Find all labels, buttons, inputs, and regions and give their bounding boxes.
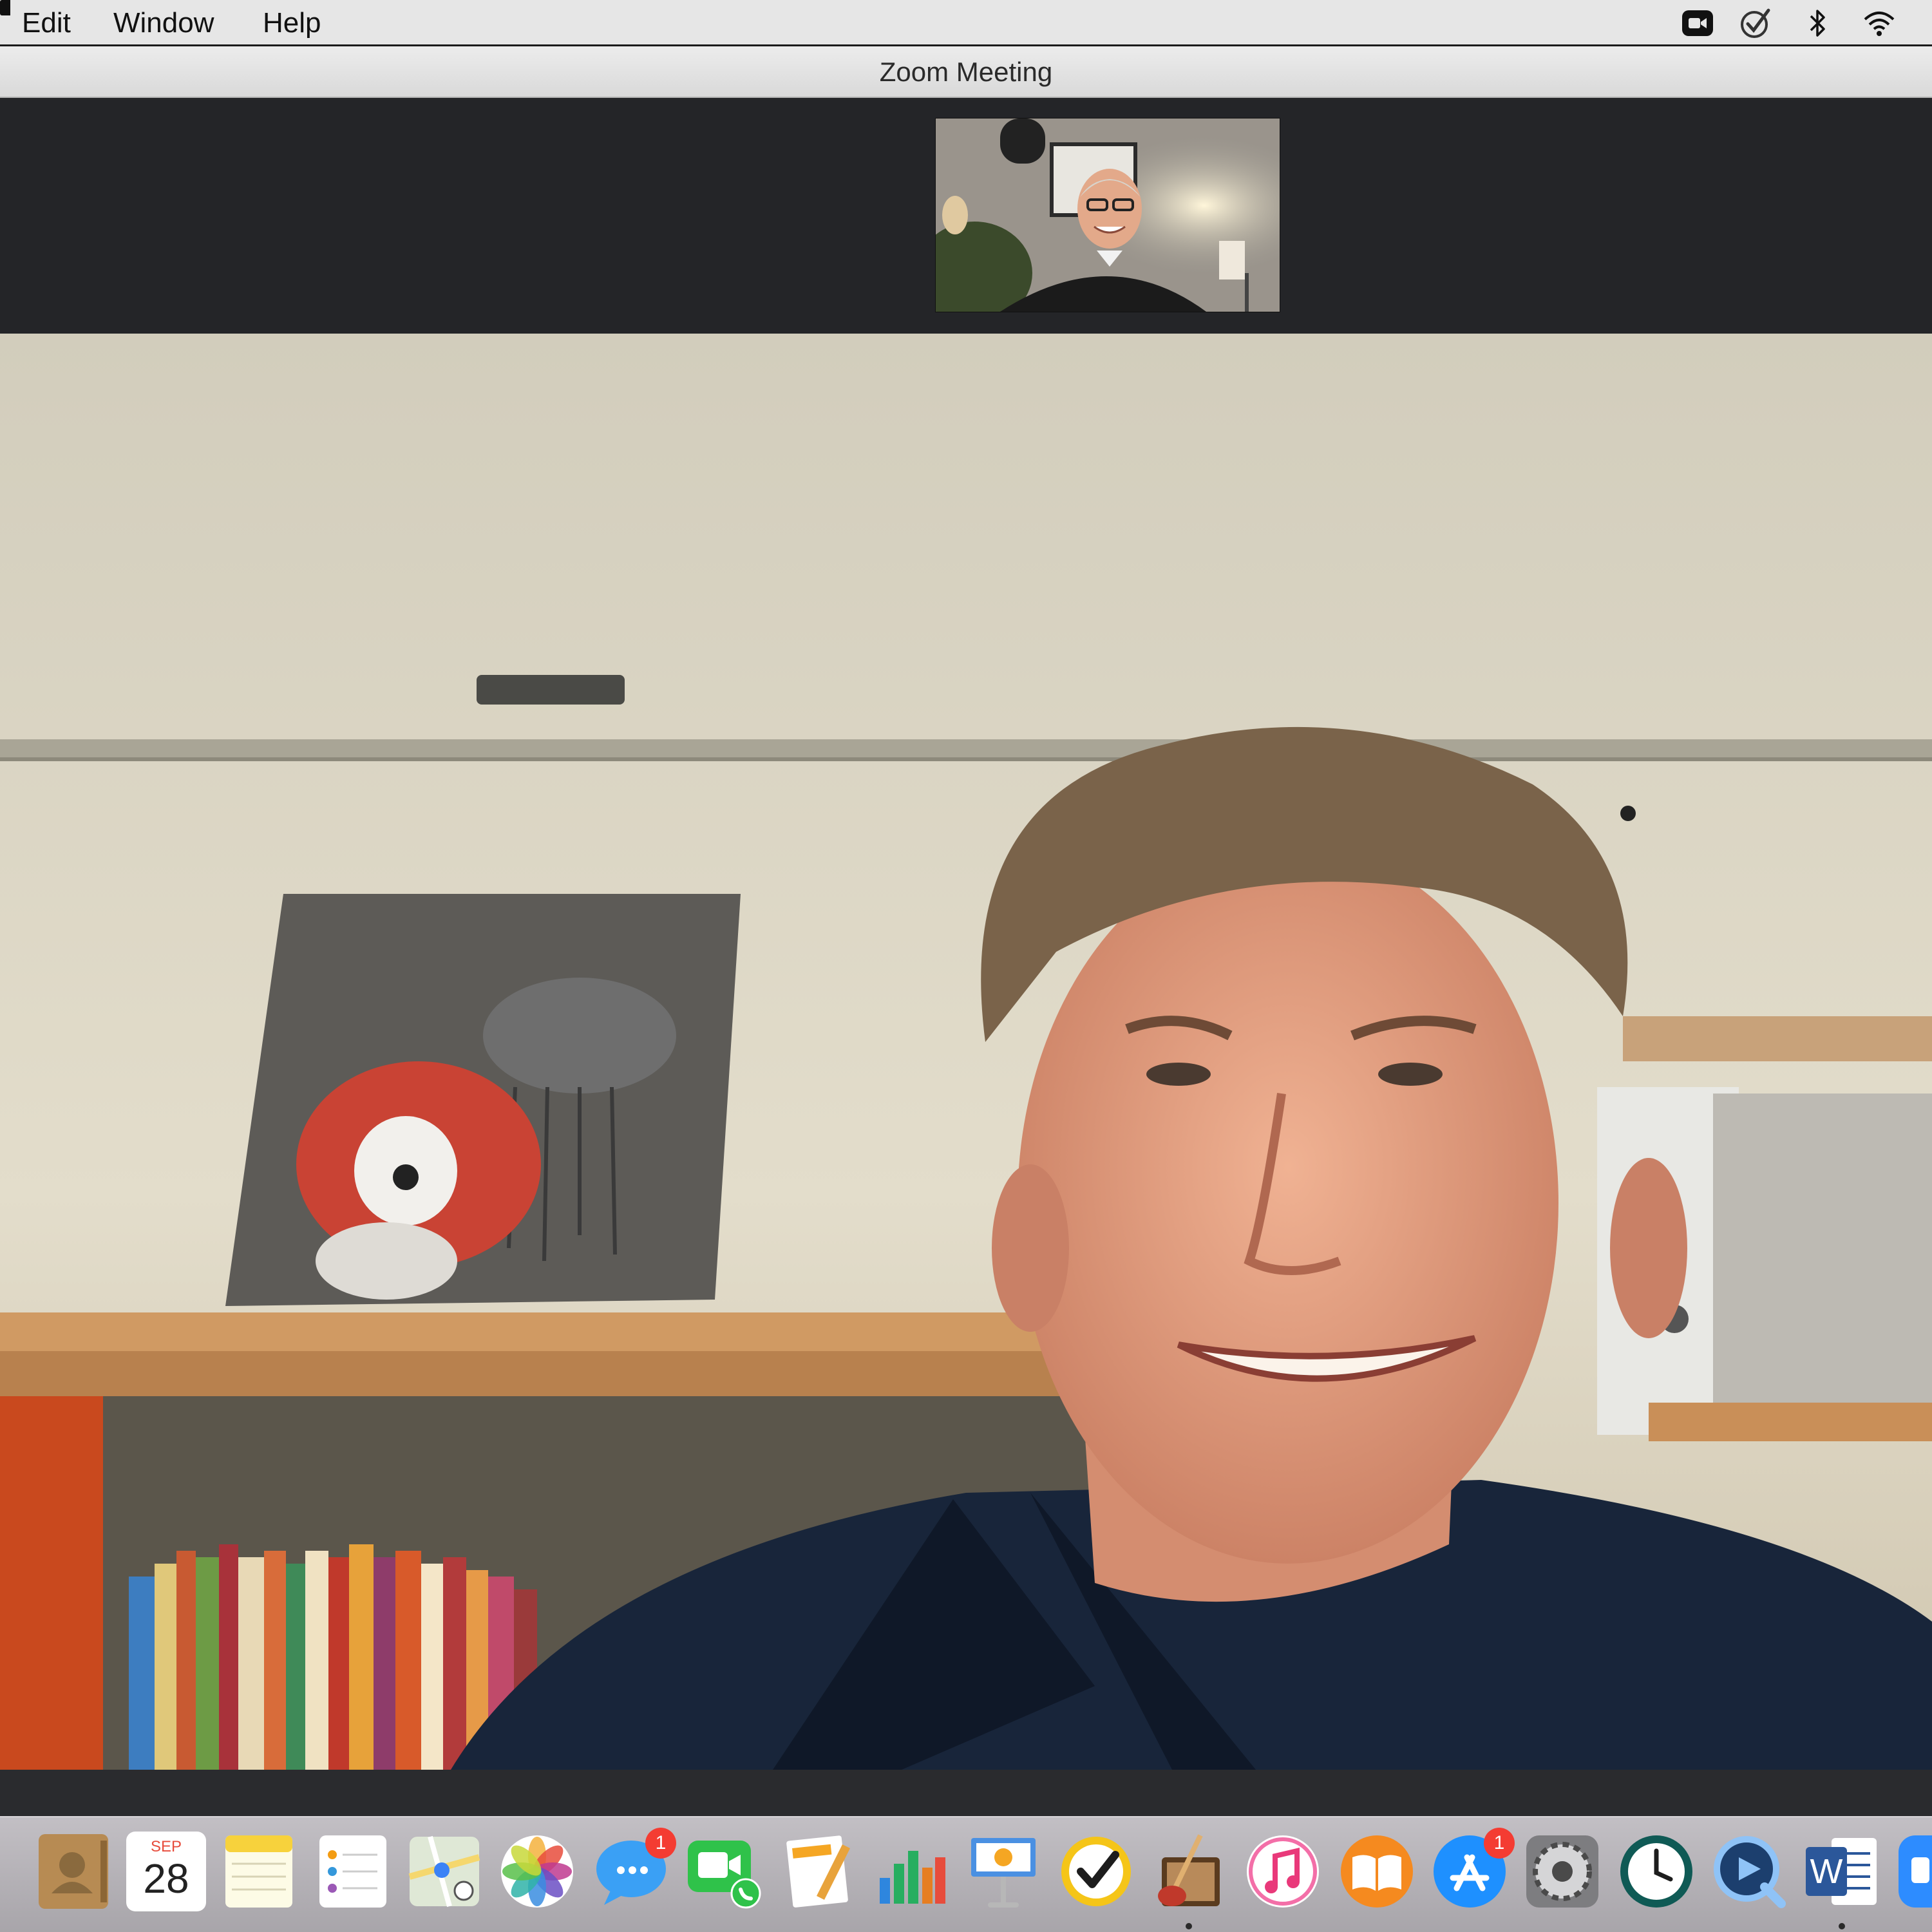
garageband-running-indicator bbox=[1186, 1923, 1192, 1929]
zoom-icon[interactable] bbox=[1895, 1832, 1932, 1911]
menu-window[interactable]: Window bbox=[113, 0, 214, 46]
window-title: Zoom Meeting bbox=[879, 57, 1053, 87]
zoom-status-icon[interactable] bbox=[1681, 6, 1714, 40]
photos-icon[interactable] bbox=[497, 1832, 577, 1911]
messages-badge: 1 bbox=[645, 1828, 676, 1859]
calendar-month: SEP bbox=[150, 1838, 182, 1855]
word-letter: W bbox=[1810, 1852, 1843, 1891]
keynote-icon[interactable] bbox=[963, 1832, 1043, 1911]
wifi-icon[interactable] bbox=[1862, 6, 1896, 40]
app-store-badge: 1 bbox=[1484, 1828, 1515, 1859]
messages-icon[interactable]: 1 bbox=[591, 1828, 676, 1911]
pages-icon[interactable] bbox=[778, 1832, 858, 1911]
quicktime-icon[interactable] bbox=[1709, 1832, 1789, 1911]
notes-icon[interactable] bbox=[219, 1832, 299, 1911]
word-running-indicator bbox=[1839, 1923, 1845, 1929]
menu-help[interactable]: Help bbox=[263, 0, 321, 46]
word-icon[interactable]: W bbox=[1802, 1832, 1882, 1911]
battery-icon[interactable] bbox=[0, 0, 10, 15]
system-preferences-icon[interactable] bbox=[1522, 1832, 1602, 1911]
active-speaker-video[interactable] bbox=[0, 334, 1932, 1770]
maps-icon[interactable] bbox=[404, 1832, 484, 1911]
window-title-bar: Zoom Meeting bbox=[0, 46, 1932, 98]
bluetooth-icon[interactable] bbox=[1801, 6, 1834, 40]
menu-edit[interactable]: Edit bbox=[22, 0, 71, 46]
participant-thumbnail-video[interactable] bbox=[935, 118, 1280, 312]
contacts-icon[interactable] bbox=[33, 1832, 113, 1911]
app-store-icon[interactable]: 1 bbox=[1430, 1828, 1515, 1911]
check-status-icon[interactable] bbox=[1739, 6, 1772, 40]
books-icon[interactable] bbox=[1337, 1832, 1417, 1911]
garageband-icon[interactable] bbox=[1149, 1832, 1229, 1911]
music-icon[interactable] bbox=[1243, 1832, 1323, 1911]
calendar-icon[interactable]: SEP 28 bbox=[126, 1832, 206, 1911]
numbers-icon[interactable] bbox=[871, 1832, 951, 1911]
reminders-icon[interactable] bbox=[313, 1832, 393, 1911]
menu-bar: Edit Window Help bbox=[0, 0, 1932, 46]
calendar-day: 28 bbox=[143, 1855, 189, 1902]
facetime-icon[interactable] bbox=[684, 1832, 764, 1911]
dock: SEP 28 1 1 W bbox=[0, 1816, 1932, 1932]
tasks-icon[interactable] bbox=[1056, 1832, 1136, 1911]
meeting-bottom-bar bbox=[0, 1770, 1932, 1816]
time-machine-icon[interactable] bbox=[1616, 1832, 1696, 1911]
